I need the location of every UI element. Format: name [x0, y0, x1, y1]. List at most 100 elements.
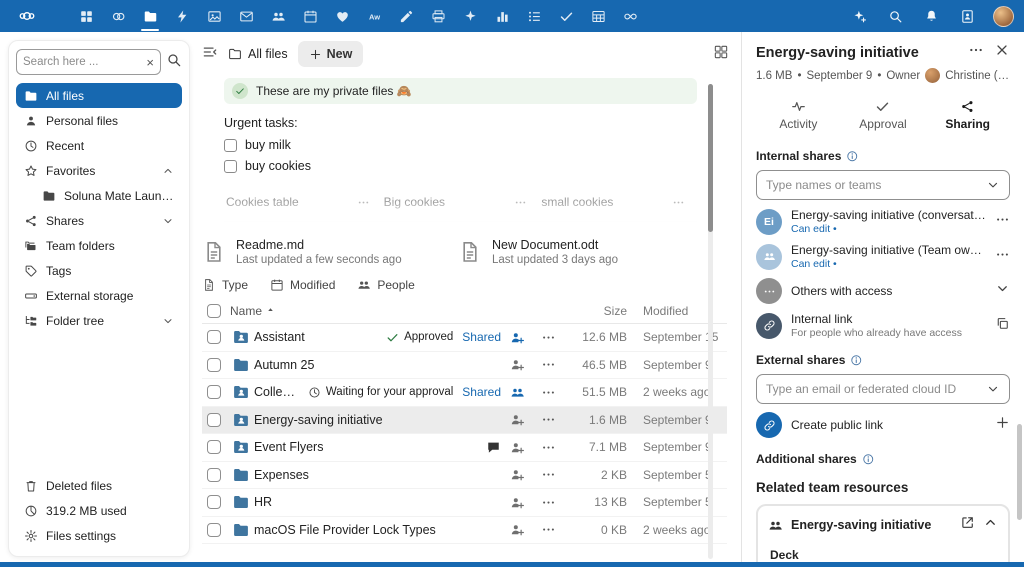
details-close-button[interactable] — [994, 42, 1010, 63]
filter-modified[interactable]: Modified — [270, 278, 335, 292]
filter-people[interactable]: People — [357, 278, 414, 292]
search-clear-button[interactable]: × — [146, 56, 154, 69]
info-icon[interactable] — [862, 453, 875, 466]
share-permission[interactable]: Can edit • — [791, 258, 986, 270]
app-contacts[interactable] — [262, 0, 294, 32]
user-avatar[interactable] — [993, 6, 1014, 27]
app-openproject[interactable] — [614, 0, 646, 32]
sidebar-item-soluna-mate-launch[interactable]: Soluna Mate Launch — [16, 183, 182, 208]
sidebar-item-folder-tree[interactable]: Folder tree — [16, 308, 182, 333]
app-assistant[interactable]: Aw — [358, 0, 390, 32]
share-button[interactable] — [510, 412, 525, 427]
select-all-checkbox[interactable] — [207, 304, 221, 318]
share-row[interactable]: EiEnergy-saving initiative (conversation… — [756, 204, 1010, 239]
external-share-input[interactable] — [766, 382, 986, 396]
tab-approval[interactable]: Approval — [841, 95, 926, 139]
sidebar-item-team-folders[interactable]: Team folders — [16, 233, 182, 258]
new-button[interactable]: New — [298, 41, 364, 67]
search-input[interactable] — [23, 56, 146, 68]
file-row[interactable]: HR13 KBSeptember 5 — [202, 489, 727, 517]
app-approvals[interactable] — [550, 0, 582, 32]
app-tasks[interactable] — [518, 0, 550, 32]
chevron-down-icon[interactable] — [986, 382, 1000, 396]
collapse-card-button[interactable] — [983, 515, 998, 535]
chevron-down-icon[interactable] — [162, 215, 174, 227]
details-actions-button[interactable] — [968, 42, 984, 63]
internal-share-input[interactable] — [766, 178, 986, 192]
file-row[interactable]: Autumn 2546.5 MBSeptember 9 — [202, 352, 727, 380]
todo-checkbox[interactable] — [224, 139, 237, 152]
row-checkbox[interactable] — [207, 330, 221, 344]
sidebar-item-tags[interactable]: Tags — [16, 258, 182, 283]
share-button[interactable] — [510, 357, 525, 372]
share-permission[interactable]: Can edit • — [791, 223, 986, 235]
app-files[interactable] — [134, 0, 166, 32]
app-collectives[interactable] — [326, 0, 358, 32]
app-tables[interactable] — [582, 0, 614, 32]
expand-button[interactable] — [995, 281, 1010, 301]
column-size[interactable]: Size — [565, 304, 631, 318]
comment-button[interactable] — [486, 440, 501, 455]
collapse-sidebar-button[interactable] — [202, 44, 218, 65]
app-gallery[interactable] — [198, 0, 230, 32]
main-scrollbar-thumb[interactable] — [708, 84, 713, 232]
row-checkbox[interactable] — [207, 358, 221, 372]
breadcrumb[interactable]: All files — [228, 47, 288, 61]
sidebar-item-319-2-mb-used[interactable]: 319.2 MB used — [16, 498, 182, 523]
info-icon[interactable] — [846, 150, 859, 163]
filter-type[interactable]: Type — [202, 278, 248, 292]
row-actions-button[interactable] — [541, 440, 556, 455]
file-row[interactable]: CollectivesWaiting for your approvalShar… — [202, 379, 727, 407]
sidebar-item-personal-files[interactable]: Personal files — [16, 108, 182, 133]
row-actions-button[interactable] — [541, 412, 556, 427]
app-photos[interactable] — [102, 0, 134, 32]
row-checkbox[interactable] — [207, 468, 221, 482]
topbar-unified-search[interactable] — [879, 0, 911, 32]
open-team-button[interactable] — [960, 515, 975, 535]
row-checkbox[interactable] — [207, 385, 221, 399]
file-row[interactable]: Energy-saving initiative1.6 MBSeptember … — [202, 407, 727, 435]
sidebar-item-favorites[interactable]: Favorites — [16, 158, 182, 183]
share-button[interactable] — [510, 467, 525, 482]
app-mail[interactable] — [230, 0, 262, 32]
app-calendar[interactable] — [294, 0, 326, 32]
row-actions-button[interactable] — [541, 330, 556, 345]
share-button[interactable] — [510, 440, 525, 455]
sidebar-item-recent[interactable]: Recent — [16, 133, 182, 158]
topbar-notifications[interactable] — [915, 0, 947, 32]
file-row[interactable]: Expenses2 KBSeptember 5 — [202, 462, 727, 490]
share-button[interactable] — [510, 330, 525, 345]
share-button[interactable] — [510, 522, 525, 537]
sidebar-item-deleted-files[interactable]: Deleted files — [16, 473, 182, 498]
sidebar-item-all-files[interactable]: All files — [16, 83, 182, 108]
grid-view-toggle[interactable] — [713, 44, 729, 65]
share-button[interactable] — [510, 385, 525, 400]
row-actions-button[interactable] — [541, 467, 556, 482]
row-actions-button[interactable] — [541, 385, 556, 400]
share-actions-button[interactable] — [995, 212, 1010, 232]
row-actions-button[interactable] — [541, 357, 556, 372]
todo-checkbox[interactable] — [224, 160, 237, 173]
row-checkbox[interactable] — [207, 413, 221, 427]
share-row[interactable]: Internal linkFor people who already have… — [756, 308, 1010, 343]
chevron-up-icon[interactable] — [162, 165, 174, 177]
panel-scrollbar-thumb[interactable] — [1017, 424, 1022, 520]
row-checkbox[interactable] — [207, 440, 221, 454]
share-row[interactable]: Others with access — [756, 274, 1010, 308]
nextcloud-logo[interactable] — [10, 0, 44, 32]
file-row[interactable]: Event Flyers7.1 MBSeptember 9 — [202, 434, 727, 462]
info-icon[interactable] — [850, 354, 863, 367]
app-notes[interactable] — [390, 0, 422, 32]
shared-label[interactable]: Shared — [462, 330, 501, 344]
sidebar-item-shares[interactable]: Shares — [16, 208, 182, 233]
file-row[interactable]: macOS File Provider Lock Types0 KB2 week… — [202, 517, 727, 545]
shared-label[interactable]: Shared — [462, 385, 501, 399]
chevron-down-icon[interactable] — [162, 315, 174, 327]
share-row[interactable]: Create public link — [756, 408, 1010, 442]
add-link-button[interactable] — [995, 415, 1010, 435]
file-row[interactable]: AssistantApprovedShared12.6 MBSeptember … — [202, 324, 727, 352]
topbar-contacts-menu[interactable] — [951, 0, 983, 32]
share-button[interactable] — [510, 495, 525, 510]
share-row[interactable]: Energy-saving initiative (Team owned by … — [756, 239, 1010, 274]
recommended-file-card[interactable]: New Document.odtLast updated 3 days ago — [458, 238, 714, 266]
